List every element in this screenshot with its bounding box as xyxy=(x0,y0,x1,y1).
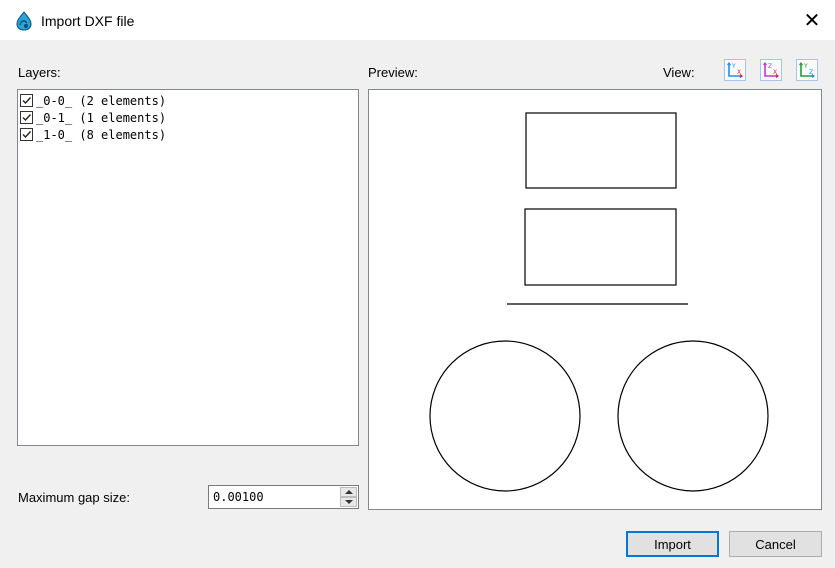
gap-label: Maximum gap size: xyxy=(18,490,130,505)
view-xz-button[interactable]: Z X xyxy=(760,59,782,81)
import-button[interactable]: Import xyxy=(626,531,719,557)
close-button[interactable]: ✕ xyxy=(789,0,835,40)
view-yz-icon: Y Z xyxy=(799,62,815,78)
preview-rectangle xyxy=(524,208,677,286)
app-logo-icon xyxy=(16,11,32,31)
preview-circle xyxy=(429,340,581,492)
svg-text:Y: Y xyxy=(731,63,736,70)
svg-text:X: X xyxy=(737,69,741,76)
preview-rectangle xyxy=(525,112,677,189)
layer-checkbox[interactable] xyxy=(20,94,33,107)
layer-checkbox[interactable] xyxy=(20,111,33,124)
layers-list[interactable]: _0-0_ (2 elements) _0-1_ (1 elements) _1… xyxy=(17,89,359,446)
spin-down-icon[interactable] xyxy=(340,497,357,507)
view-xy-button[interactable]: Y X xyxy=(724,59,746,81)
spin-up-icon[interactable] xyxy=(340,487,357,497)
svg-text:Z: Z xyxy=(809,69,813,76)
preview-circle xyxy=(617,340,769,492)
layer-label: _0-0_ (2 elements) xyxy=(36,93,167,108)
layer-label: _1-0_ (8 elements) xyxy=(36,127,167,142)
title-bar: Import DXF file ✕ xyxy=(0,0,835,40)
view-yz-button[interactable]: Y Z xyxy=(796,59,818,81)
svg-text:Y: Y xyxy=(803,63,808,70)
preview-drawing xyxy=(429,112,769,492)
layer-label: _0-1_ (1 elements) xyxy=(36,110,167,125)
close-icon: ✕ xyxy=(803,9,821,32)
layer-checkbox[interactable] xyxy=(20,128,33,141)
gap-spinbox[interactable] xyxy=(208,485,359,509)
window-title: Import DXF file xyxy=(41,13,135,29)
layer-item[interactable]: _0-1_ (1 elements) xyxy=(20,109,166,126)
checkmark-icon xyxy=(22,97,32,105)
checkmark-icon xyxy=(22,114,32,122)
view-label: View: xyxy=(663,65,695,80)
svg-text:X: X xyxy=(773,69,777,76)
view-xy-icon: Y X xyxy=(727,62,743,78)
layer-item[interactable]: _0-0_ (2 elements) xyxy=(20,92,166,109)
view-xz-icon: Z X xyxy=(763,62,779,78)
layer-item[interactable]: _1-0_ (8 elements) xyxy=(20,126,166,143)
gap-input[interactable] xyxy=(211,488,341,506)
layers-label: Layers: xyxy=(18,65,61,80)
preview-label: Preview: xyxy=(368,65,418,80)
preview-canvas[interactable] xyxy=(368,89,822,510)
gap-spinner[interactable] xyxy=(340,487,357,507)
svg-text:Z: Z xyxy=(768,63,772,70)
checkmark-icon xyxy=(22,131,32,139)
cancel-button[interactable]: Cancel xyxy=(729,531,822,557)
